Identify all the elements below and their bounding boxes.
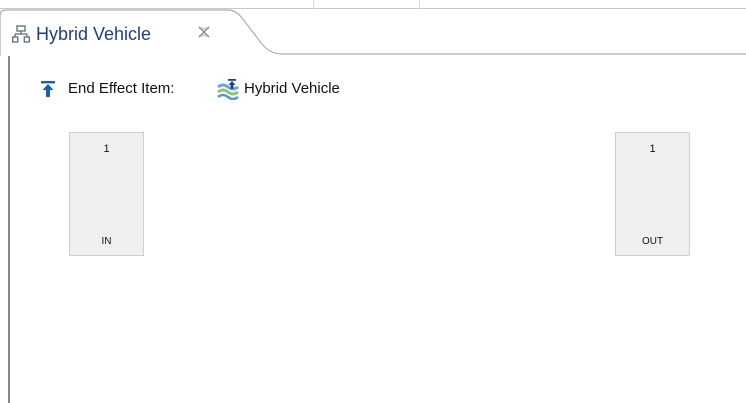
diagram-canvas[interactable]: End Effect Item: Hybrid Vehicle 1 IN 1 O… — [8, 56, 746, 403]
input-block-label: IN — [101, 236, 112, 247]
diagram-icon — [12, 25, 30, 43]
end-effect-item-name[interactable]: Hybrid Vehicle — [244, 80, 340, 98]
tab-title: Hybrid Vehicle — [36, 24, 152, 44]
end-effect-icon — [41, 81, 55, 97]
tab-bar: Hybrid Vehicle — [0, 0, 746, 56]
output-block[interactable]: 1 OUT — [615, 132, 690, 256]
close-icon[interactable] — [197, 25, 211, 39]
input-block-number: 1 — [103, 143, 110, 155]
output-block-number: 1 — [649, 143, 656, 155]
editor-window: Hybrid Vehicle End Effect Item: Hybrid V… — [0, 0, 746, 403]
input-block[interactable]: 1 IN — [69, 132, 144, 256]
output-block-label: OUT — [641, 236, 664, 247]
end-effect-label: End Effect Item: — [68, 80, 175, 97]
vehicle-item-icon — [217, 79, 239, 100]
